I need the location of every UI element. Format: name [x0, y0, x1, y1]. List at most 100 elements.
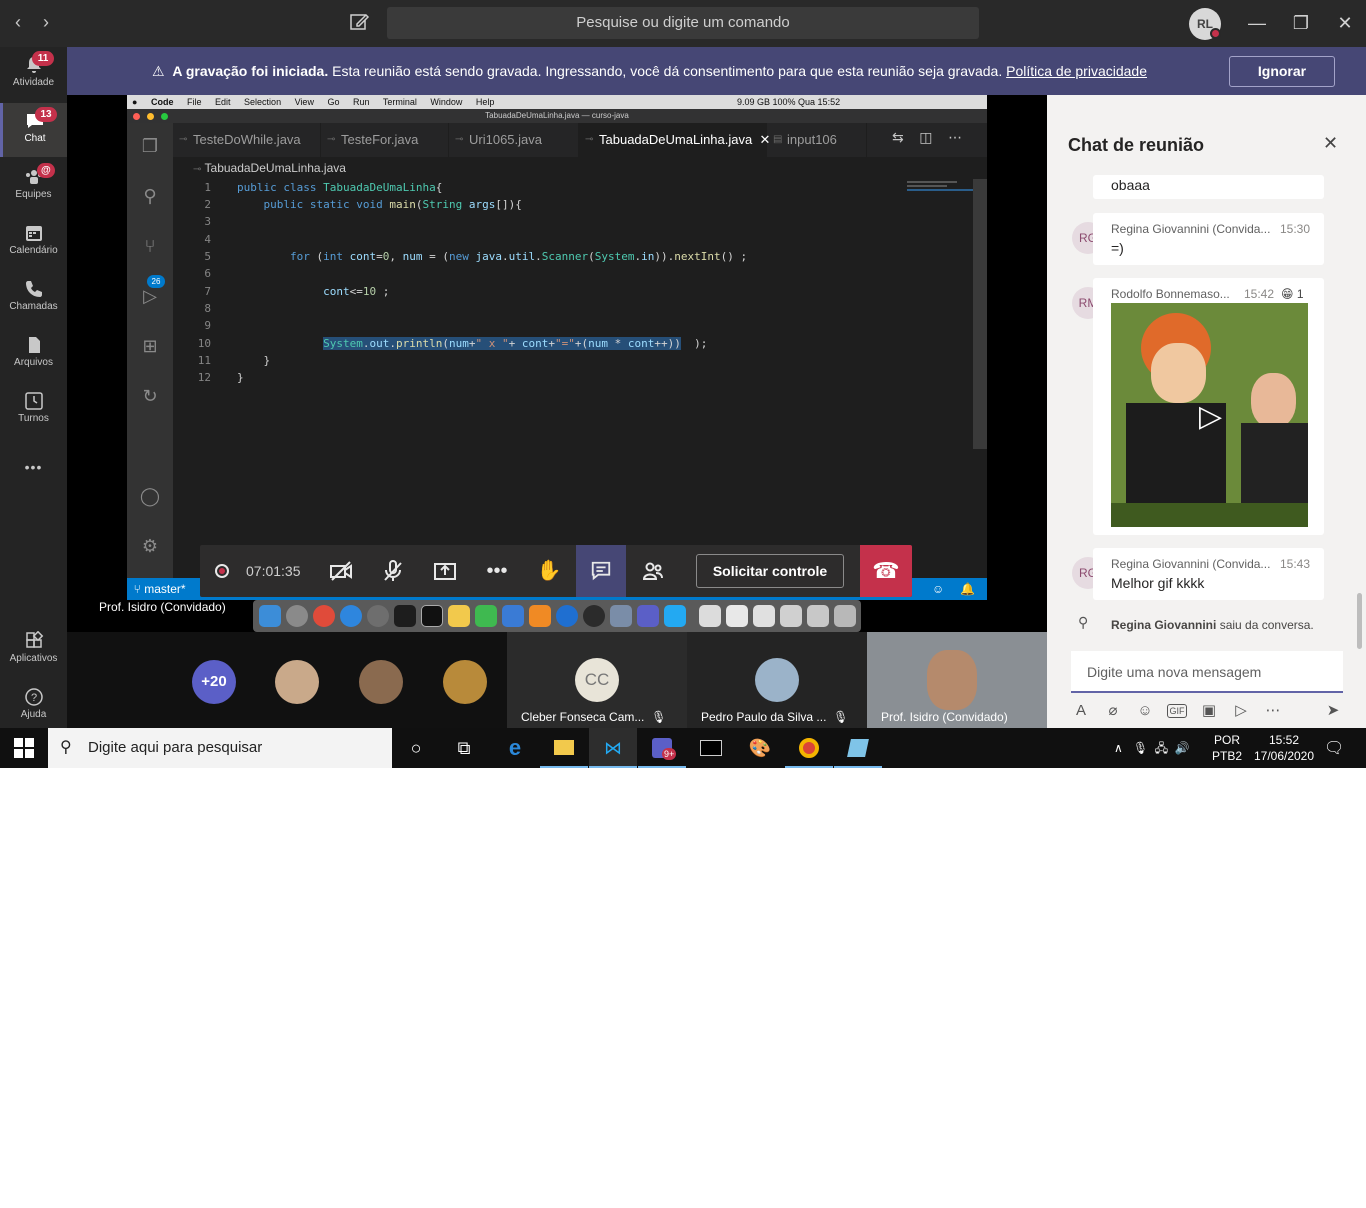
source-control-icon: ⑂ [144, 236, 156, 256]
rail-item-turnos[interactable]: Turnos [0, 383, 67, 437]
participants-icon [642, 562, 663, 580]
rail-item-atividade[interactable]: Atividade 11 [0, 47, 67, 101]
document-icon [780, 605, 802, 627]
rail-item-arquivos[interactable]: Arquivos [0, 327, 67, 381]
rail-item-equipes[interactable]: Equipes @ [0, 159, 67, 213]
rail-item-chat[interactable]: Chat 13 [0, 103, 67, 157]
privacy-policy-link[interactable]: Política de privacidade [1006, 63, 1147, 79]
camera-off-button[interactable] [316, 545, 366, 597]
teams-taskbar-icon[interactable]: 9+ [638, 728, 686, 768]
vscode-taskbar-icon[interactable]: ⋈ [589, 728, 637, 768]
mac-menu-item: Window [430, 97, 463, 107]
mic-off-button[interactable] [368, 545, 418, 597]
file-icon: ▤ [773, 134, 783, 145]
close-icon[interactable]: ✕ [1333, 11, 1357, 35]
java-file-icon: ⊸ [327, 134, 336, 145]
finder-icon [259, 605, 281, 627]
compose-icon[interactable] [347, 10, 371, 34]
paint-icon[interactable]: 🎨 [736, 728, 784, 768]
gif-image[interactable]: ▷ [1111, 303, 1308, 527]
cortana-icon[interactable]: ○ [392, 728, 440, 768]
show-conversation-button[interactable] [576, 545, 626, 597]
meet-now-icon[interactable]: ▷ [1231, 701, 1251, 721]
participant-avatar[interactable] [443, 660, 487, 704]
iterm-icon [421, 605, 443, 627]
message-text: Melhor gif kkkk [1111, 575, 1205, 591]
chat-bubble-icon [591, 561, 611, 581]
format-icon[interactable]: A [1071, 701, 1091, 721]
clock[interactable]: 15:52 17/06/2020 [1249, 732, 1319, 772]
request-control-button[interactable]: Solicitar controle [696, 554, 844, 588]
taskbar-search-input[interactable]: ⚲ Digite aqui para pesquisar [48, 728, 392, 768]
rail-item-calendario[interactable]: Calendário [0, 215, 67, 269]
show-participants-button[interactable] [628, 545, 678, 597]
recording-started-label: A gravação foi iniciada. [172, 63, 329, 79]
numbers-icon [475, 605, 497, 627]
dismiss-button[interactable]: Ignorar [1229, 56, 1335, 87]
input-language[interactable]: POR PTB2 [1212, 732, 1242, 772]
edge-icon[interactable]: e [491, 728, 539, 768]
java-file-icon: ⊸ [585, 134, 594, 145]
more-options-button[interactable]: ••• [472, 545, 522, 597]
notification-center-icon[interactable]: 🗨 [1324, 738, 1344, 778]
help-icon: ? [24, 688, 43, 706]
play-icon[interactable]: ▷ [1199, 399, 1222, 434]
send-icon[interactable]: ➤ [1323, 701, 1343, 721]
share-screen-button[interactable] [420, 545, 470, 597]
participant-avatar [755, 658, 799, 702]
participant-tile[interactable]: CC Cleber Fonseca Cam... 🎙 [507, 632, 687, 728]
rail-item-chamadas[interactable]: Chamadas [0, 271, 67, 325]
rail-item-ajuda[interactable]: ? Ajuda [0, 679, 67, 728]
gif-icon[interactable]: GIF [1167, 704, 1187, 718]
participant-video-tile[interactable]: Prof. Isidro (Convidado) [867, 632, 1047, 728]
obs-icon [583, 605, 605, 627]
participant-avatar[interactable] [359, 660, 403, 704]
windows-start-icon[interactable] [14, 738, 34, 758]
editor-actions: ⇆ ◫ ⋯ [892, 129, 962, 146]
share-tray-icon [434, 563, 456, 580]
command-search-input[interactable]: Pesquise ou digite um comando [387, 7, 979, 39]
more-options-icon[interactable]: ⋯ [1263, 701, 1283, 721]
new-message-input[interactable]: Digite uma nova mensagem [1071, 651, 1343, 693]
code-editor: 1 2 3 4 5 6 7 8 9 10 11 12 public class … [173, 179, 973, 578]
terminal-taskbar-icon[interactable] [687, 728, 735, 768]
document-icon [753, 605, 775, 627]
more-participants-badge[interactable]: +20 [192, 660, 236, 704]
chrome-taskbar-icon[interactable] [785, 728, 833, 768]
chat-message: Regina Giovannini (Convida... 15:30 =) [1093, 213, 1324, 265]
mac-menu-item: Code [150, 97, 174, 107]
app-taskbar-icon[interactable] [834, 728, 882, 768]
file-explorer-icon[interactable] [540, 728, 588, 768]
title-bar: ‹ › Pesquise ou digite um comando RL — ❐… [0, 0, 1366, 47]
hang-up-button[interactable]: ☎ [860, 545, 912, 597]
raise-hand-button[interactable]: ✋ [524, 545, 574, 597]
show-hidden-icons-chevron[interactable]: ∧ [1114, 741, 1123, 755]
reaction-count[interactable]: 😁 1 [1281, 287, 1304, 301]
maximize-icon[interactable]: ❐ [1289, 11, 1313, 35]
minimize-icon[interactable]: — [1245, 11, 1269, 35]
forward-arrow-icon[interactable]: › [36, 11, 56, 33]
file-icon [28, 337, 40, 353]
tab-label: TesteDoWhile.java [193, 132, 301, 147]
emoji-icon[interactable]: ☺ [1135, 701, 1155, 721]
rail-item-aplicativos[interactable]: Aplicativos [0, 623, 67, 677]
apps-icon [25, 631, 43, 648]
volume-icon[interactable]: 🔊 [1175, 741, 1190, 755]
close-chat-icon[interactable]: ✕ [1323, 133, 1338, 154]
sticker-icon[interactable]: ▣ [1199, 701, 1219, 721]
more-apps-button[interactable]: ••• [0, 447, 67, 487]
participant-tile[interactable]: Pedro Paulo da Silva ... 🎙 [687, 632, 867, 728]
microphone-icon[interactable]: 🎙 [1133, 741, 1148, 755]
java-file-icon: ⊸ [179, 134, 188, 145]
network-icon[interactable]: 🖧 [1155, 741, 1168, 755]
recording-notice: Esta reunião está sendo gravada. Ingress… [328, 63, 1007, 79]
chat-title: Chat de reunião [1068, 135, 1205, 155]
participant-avatar[interactable] [275, 660, 319, 704]
tab-label: TabuadaDeUmaLinha.java [599, 132, 753, 147]
message-text: =) [1111, 240, 1124, 256]
chat-scrollbar[interactable] [1357, 593, 1362, 649]
participant-name: Pedro Paulo da Silva ... 🎙 [701, 710, 849, 724]
attach-icon[interactable]: ⌀ [1103, 701, 1123, 721]
back-arrow-icon[interactable]: ‹ [8, 11, 28, 33]
task-view-icon[interactable]: ⧉ [440, 728, 488, 768]
